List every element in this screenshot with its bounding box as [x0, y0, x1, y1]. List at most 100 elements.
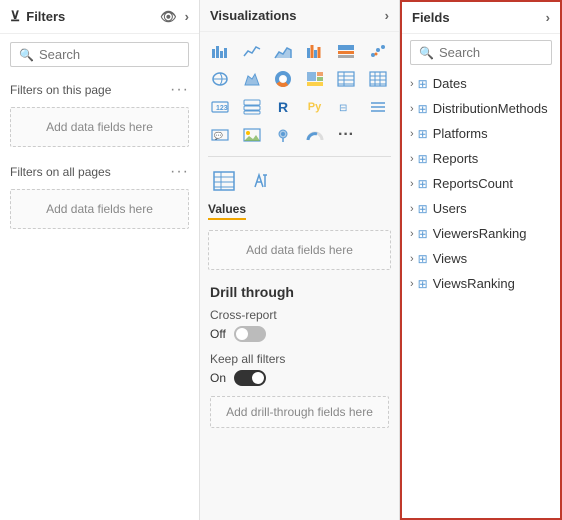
- values-drop-zone[interactable]: Add data fields here: [208, 230, 391, 270]
- filters-on-page-label: Filters on this page ···: [0, 75, 199, 103]
- cross-report-row: Cross-report Off: [210, 308, 389, 342]
- cross-report-track: [234, 326, 266, 342]
- field-item-views[interactable]: › ⊞ Views: [402, 246, 560, 271]
- viz-title: Visualizations: [210, 8, 296, 23]
- field-name-distribution: DistributionMethods: [433, 101, 548, 116]
- field-name-reportscount: ReportsCount: [433, 176, 513, 191]
- keep-filters-row: Keep all filters On: [210, 352, 389, 386]
- viz-header: Visualizations ›: [200, 0, 399, 32]
- field-table-icon-platforms: ⊞: [418, 127, 428, 141]
- fields-search-box[interactable]: 🔍: [410, 40, 552, 65]
- field-table-icon-viewsranking: ⊞: [418, 277, 428, 291]
- values-label: Values: [208, 202, 246, 220]
- fields-panel: Fields › 🔍 › ⊞ Dates › ⊞ DistributionMet…: [400, 0, 562, 520]
- viz-icon-table[interactable]: [332, 66, 360, 92]
- filters-all-pages-drop-zone[interactable]: Add data fields here: [10, 189, 189, 229]
- chevron-right-icon[interactable]: ›: [185, 9, 189, 24]
- viz-icon-slicer[interactable]: [364, 94, 392, 120]
- viz-icon-multirow-card[interactable]: [238, 94, 266, 120]
- drill-through-section: Drill through Cross-report Off Keep all …: [200, 276, 399, 436]
- viz-icon-treemap[interactable]: [301, 66, 329, 92]
- field-item-distribution[interactable]: › ⊞ DistributionMethods: [402, 96, 560, 121]
- filters-all-pages-label: Filters on all pages ···: [0, 157, 199, 185]
- field-table-icon-distribution: ⊞: [418, 102, 428, 116]
- filter-icon: ⊻: [10, 8, 20, 25]
- viz-icon-r-script[interactable]: R: [269, 94, 297, 120]
- viz-icon-card[interactable]: 123: [206, 94, 234, 120]
- filters-on-page-drop-zone[interactable]: Add data fields here: [10, 107, 189, 147]
- viz-icon-100pct[interactable]: [332, 38, 360, 64]
- filters-panel: ⊻ Filters 👁 › 🔍 Filters on this page ···…: [0, 0, 200, 520]
- field-table-icon-views: ⊞: [418, 252, 428, 266]
- viz-icon-donut[interactable]: [269, 66, 297, 92]
- field-chevron-viewsranking: ›: [410, 278, 414, 290]
- cross-report-off-label: Off: [210, 327, 226, 341]
- field-item-reportscount[interactable]: › ⊞ ReportsCount: [402, 171, 560, 196]
- values-section: Values Add data fields here: [200, 161, 399, 276]
- viz-values-format-icon[interactable]: [246, 167, 278, 195]
- field-chevron-reportscount: ›: [410, 178, 414, 190]
- field-item-users[interactable]: › ⊞ Users: [402, 196, 560, 221]
- svg-text:💬: 💬: [214, 131, 223, 140]
- viz-icon-area[interactable]: [269, 38, 297, 64]
- viz-icon-kpi[interactable]: ⊟: [332, 94, 360, 120]
- field-chevron-reports: ›: [410, 153, 414, 165]
- eye-icon[interactable]: 👁: [160, 9, 177, 25]
- viz-icon-clustered-bar[interactable]: [301, 38, 329, 64]
- filters-search-input[interactable]: [39, 47, 180, 62]
- svg-text:⊟: ⊟: [339, 103, 347, 114]
- fields-title: Fields: [412, 10, 450, 25]
- viz-icon-image[interactable]: [238, 122, 266, 148]
- viz-icon-line[interactable]: [238, 38, 266, 64]
- viz-icon-gauge[interactable]: [301, 122, 329, 148]
- cross-report-thumb: [236, 328, 248, 340]
- filters-search-box[interactable]: 🔍: [10, 42, 189, 67]
- field-item-viewersranking[interactable]: › ⊞ ViewersRanking: [402, 221, 560, 246]
- viz-icon-map[interactable]: [206, 66, 234, 92]
- keep-filters-toggle-row: On: [210, 370, 389, 386]
- keep-filters-toggle[interactable]: [234, 370, 266, 386]
- fields-chevron-icon[interactable]: ›: [546, 10, 550, 25]
- keep-filters-track: [234, 370, 266, 386]
- filters-all-pages-menu[interactable]: ···: [170, 163, 189, 181]
- field-chevron-users: ›: [410, 203, 414, 215]
- fields-search-input[interactable]: [439, 45, 543, 60]
- viz-icon-python[interactable]: Py: [301, 94, 329, 120]
- viz-icon-textbox[interactable]: 💬: [206, 122, 234, 148]
- field-name-platforms: Platforms: [433, 126, 488, 141]
- filters-header: ⊻ Filters 👁 ›: [0, 0, 199, 34]
- field-chevron-distribution: ›: [410, 103, 414, 115]
- field-item-platforms[interactable]: › ⊞ Platforms: [402, 121, 560, 146]
- viz-values-table-icon[interactable]: [208, 167, 240, 195]
- field-chevron-dates: ›: [410, 78, 414, 90]
- drill-drop-zone[interactable]: Add drill-through fields here: [210, 396, 389, 428]
- field-chevron-platforms: ›: [410, 128, 414, 140]
- viz-icon-matrix[interactable]: [364, 66, 392, 92]
- viz-chevron-icon[interactable]: ›: [385, 8, 389, 23]
- field-table-icon-viewersranking: ⊞: [418, 227, 428, 241]
- cross-report-toggle[interactable]: [234, 326, 266, 342]
- field-name-views: Views: [433, 251, 467, 266]
- viz-icon-grid: 123 R Py ⊟ 💬 ···: [200, 32, 399, 152]
- field-item-viewsranking[interactable]: › ⊞ ViewsRanking: [402, 271, 560, 296]
- field-name-users: Users: [433, 201, 467, 216]
- field-name-reports: Reports: [433, 151, 479, 166]
- viz-divider: [208, 156, 391, 157]
- viz-icon-more[interactable]: ···: [332, 122, 360, 148]
- field-chevron-viewersranking: ›: [410, 228, 414, 240]
- viz-icon-filled-map[interactable]: [238, 66, 266, 92]
- search-icon: 🔍: [19, 48, 34, 62]
- field-table-icon-users: ⊞: [418, 202, 428, 216]
- viz-icon-stacked-bar[interactable]: [206, 38, 234, 64]
- keep-filters-on-label: On: [210, 371, 226, 385]
- cross-report-label: Cross-report: [210, 308, 389, 322]
- keep-filters-label: Keep all filters: [210, 352, 389, 366]
- field-name-viewersranking: ViewersRanking: [433, 226, 527, 241]
- viz-icon-scatter[interactable]: [364, 38, 392, 64]
- viz-icon-bing-map[interactable]: [269, 122, 297, 148]
- field-item-dates[interactable]: › ⊞ Dates: [402, 71, 560, 96]
- filters-on-page-menu[interactable]: ···: [170, 81, 189, 99]
- svg-text:123: 123: [216, 105, 228, 112]
- field-list: › ⊞ Dates › ⊞ DistributionMethods › ⊞ Pl…: [402, 71, 560, 518]
- field-item-reports[interactable]: › ⊞ Reports: [402, 146, 560, 171]
